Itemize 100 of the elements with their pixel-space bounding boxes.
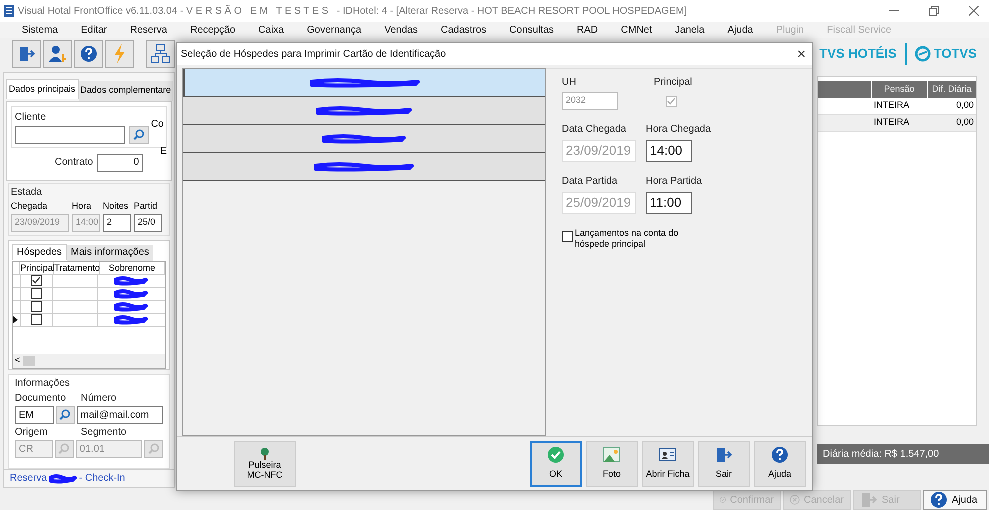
column-header: Principal [20, 262, 54, 274]
field-label: Co [151, 118, 164, 132]
redaction-mark [114, 288, 148, 298]
search-icon [148, 443, 160, 455]
field-label: Hora Partida [646, 175, 702, 189]
dialog-button[interactable]: Foto [586, 440, 638, 486]
checkbox[interactable] [562, 231, 573, 242]
tab[interactable]: Dados principais [6, 79, 79, 99]
menu-item[interactable]: Sistema [22, 22, 58, 38]
brand-name: TVS HOTÉIS [820, 45, 897, 64]
field-label: E [160, 144, 167, 158]
field-label: Número [81, 392, 117, 406]
search-button[interactable] [56, 406, 75, 424]
guest-list-item[interactable] [183, 69, 545, 97]
group-label: Estada [11, 186, 42, 198]
column-header: Dif. Diária [931, 82, 973, 96]
table-cell-text: 0,00 [955, 116, 975, 130]
lightning-icon [112, 44, 126, 64]
time-field[interactable]: 11:00 [646, 192, 692, 214]
tab[interactable]: Mais informações [67, 244, 154, 260]
field-label: Principal [654, 76, 692, 90]
field-label: Contrato [55, 156, 94, 170]
menu-item[interactable]: Janela [675, 22, 705, 38]
checkbox[interactable] [666, 96, 677, 107]
search-button[interactable] [129, 126, 149, 144]
dialog-title: Seleção de Hóspedes para Imprimir Cartão de Identificação [181, 48, 446, 62]
help-toolbar-button[interactable] [74, 40, 103, 68]
dialog-button[interactable]: OK [530, 440, 582, 486]
nights-field[interactable]: 2 [103, 214, 131, 232]
menu-item[interactable]: Recepção [190, 22, 236, 38]
menu-item[interactable]: CMNet [621, 22, 652, 38]
help-icon [80, 45, 98, 63]
table-cell-text: INTEIRA [873, 99, 911, 112]
guest-list-item[interactable] [183, 97, 545, 125]
time-field[interactable]: 14:00 [646, 140, 692, 162]
scroll-left-arrow[interactable]: < [15, 354, 20, 368]
field-label: Data Partida [562, 175, 619, 189]
dialog-button[interactable]: Sair [698, 440, 750, 486]
exit-door-icon [860, 491, 878, 509]
field-label: Hora [72, 200, 93, 213]
menu-item[interactable]: Editar [81, 22, 108, 38]
column-header: Sobrenome [100, 262, 165, 274]
checkbox[interactable] [31, 275, 42, 286]
column-header: Pensão [872, 81, 928, 98]
menu-item[interactable]: Governança [307, 22, 362, 38]
menu-item[interactable]: Ajuda [728, 22, 754, 38]
redaction-mark [114, 276, 148, 286]
departure-date-field[interactable]: 25/0 [134, 214, 162, 232]
search-icon [59, 409, 72, 421]
wristband-button[interactable]: Pulseira MC-NFC [234, 440, 296, 486]
checkbox[interactable] [31, 288, 42, 299]
help-icon [771, 446, 789, 464]
checkbox[interactable] [31, 301, 42, 312]
check-circle-icon [547, 446, 565, 464]
check-in-link[interactable]: - Check-In [79, 471, 126, 486]
scrollbar-thumb[interactable] [23, 356, 36, 366]
client-field[interactable] [15, 126, 125, 144]
menu-item[interactable]: Consultas [510, 22, 554, 38]
dialog-button[interactable]: Ajuda [754, 440, 806, 486]
tab[interactable]: Hóspedes [12, 244, 68, 260]
brand-logo-text: TOTVS [934, 45, 977, 64]
search-icon [133, 128, 145, 140]
menu-item[interactable]: Cadastros [440, 22, 487, 38]
dialog-button[interactable]: Abrir Ficha [642, 440, 694, 486]
tree-icon [258, 448, 272, 460]
app-icon [4, 5, 14, 17]
network-toolbar-button[interactable] [146, 40, 175, 68]
summary-bar: Diária média: R$ 1.547,00 [817, 444, 989, 464]
menu-item[interactable]: RAD [577, 22, 598, 38]
menu-item[interactable]: Reserva [130, 22, 168, 38]
menu-item[interactable]: Vendas [384, 22, 418, 38]
menu-item[interactable]: Caixa [258, 22, 284, 38]
network-diagram-icon [150, 44, 170, 64]
image-icon [603, 446, 621, 464]
room-field[interactable]: 2032 [562, 92, 618, 110]
contract-field[interactable]: 0 [97, 154, 144, 172]
reservation-link[interactable]: Reserva [10, 471, 48, 486]
search-icon [58, 443, 70, 455]
action-button[interactable]: Ajuda [923, 490, 987, 510]
redaction-mark [114, 302, 148, 312]
user-key-toolbar-button[interactable] [43, 40, 72, 68]
field-label: Documento [15, 392, 68, 406]
field-label: Partid [134, 200, 159, 213]
guest-list-item[interactable] [183, 125, 545, 153]
field-label: Segmento [81, 426, 127, 440]
tab[interactable]: Dados complementare [78, 81, 174, 101]
document-field[interactable]: EM [15, 406, 54, 424]
close-button[interactable]: × [797, 46, 806, 62]
exit-toolbar-button[interactable] [12, 40, 41, 68]
close-icon [969, 6, 979, 16]
group-label: Cliente [15, 112, 46, 123]
field-label: Hora Chegada [646, 123, 712, 137]
field-label: Data Chegada [562, 123, 628, 137]
window-title: Visual Hotal FrontOffice v6.11.03.04 - V E R S Ã O E M T E S T E S - IDHotel: 4 - [Alterar Reserva - HOT BEACH RESORT POOL HOSPEDAGEM] [18, 4, 688, 18]
checkbox[interactable] [31, 314, 42, 325]
id-card-icon [659, 446, 677, 464]
number-field[interactable]: mail@mail.com [76, 406, 163, 424]
table-cell-text: INTEIRA [873, 116, 911, 130]
checkbox-label: Lançamentos na conta do hóspede principal [575, 228, 680, 250]
guest-list-item[interactable] [183, 153, 545, 181]
